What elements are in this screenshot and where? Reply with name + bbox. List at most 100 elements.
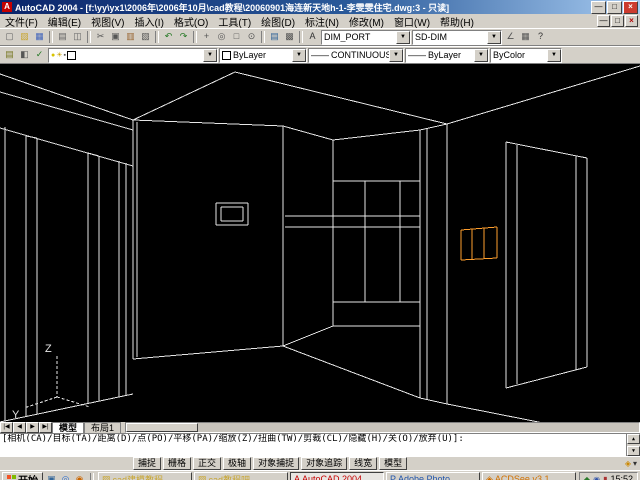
menu-window[interactable]: 窗口(W) [389,14,435,29]
object-properties-toolbar: ▤◧✓ ●☀▪ ▼ ByLayer ▼ —— CONTINUOUS ▼ —— B… [0,46,640,64]
dim-style-combo[interactable]: SD-DIM ▼ [412,30,502,45]
task-cad-tutorial-folder[interactable]: ▨ cad教程吧 [194,472,288,480]
new-file-icon[interactable]: ▢ [2,30,17,44]
table-style-icon[interactable]: ▦ [518,30,533,44]
layer-properties-icon[interactable]: ▤ [2,48,17,62]
model-toggle[interactable]: 模型 [379,457,407,470]
task-autocad[interactable]: A AutoCAD 2004 [290,472,384,480]
horizontal-scrollbar[interactable] [125,422,640,433]
chevron-down-icon[interactable]: ▼ [487,31,501,44]
menu-insert[interactable]: 插入(I) [129,14,168,29]
open-file-icon[interactable]: ▨ [17,30,32,44]
app-icon[interactable]: A [2,2,12,12]
toolbar-icon[interactable] [87,31,91,43]
dim-style-icon[interactable]: ∠ [503,30,518,44]
zoom-window-icon[interactable]: □ [229,30,244,44]
chevron-down-icon[interactable]: ▼ [396,31,410,44]
chevron-down-icon[interactable]: ▼ [547,49,561,62]
quicklaunch-desktop-icon[interactable]: ▣ [45,473,58,480]
menu-help[interactable]: 帮助(H) [435,14,479,29]
tab-first-button[interactable]: |◀ [0,422,13,433]
cut-icon[interactable]: ✂ [93,30,108,44]
zoom-previous-icon[interactable]: ⊙ [244,30,259,44]
properties-icon[interactable]: ▤ [267,30,282,44]
undo-icon[interactable]: ↶ [161,30,176,44]
color-combo[interactable]: ByLayer ▼ [219,48,307,63]
volume-icon[interactable]: ◉ [593,475,600,480]
chevron-down-icon[interactable]: ▼ [389,49,403,62]
task-cad-modeling-folder[interactable]: ▨ cad建模教程 [98,472,192,480]
redo-icon[interactable]: ↷ [176,30,191,44]
mdi-minimize-button[interactable]: — [597,15,610,27]
lineweight-combo[interactable]: —— ByLayer ▼ [405,48,489,63]
scroll-up-icon[interactable]: ▲ [627,434,640,444]
save-icon[interactable]: ▦ [32,30,47,44]
menu-file[interactable]: 文件(F) [0,14,43,29]
text-style-combo[interactable]: DIM_PORT ▼ [321,30,411,45]
polar-toggle[interactable]: 极轴 [223,457,251,470]
paste-icon[interactable]: ▥ [123,30,138,44]
menu-format[interactable]: 格式(O) [169,14,213,29]
plotstyle-combo[interactable]: ByColor ▼ [490,48,562,63]
ime-icon[interactable]: ◆ [584,475,590,480]
mdi-close-button[interactable]: × [625,15,638,27]
scroll-down-icon[interactable]: ▼ [627,446,640,456]
snap-toggle[interactable]: 捕捉 [133,457,161,470]
match-properties-icon[interactable]: ▧ [138,30,153,44]
menu-modify[interactable]: 修改(M) [344,14,389,29]
tab-prev-button[interactable]: ◀ [13,422,26,433]
pan-icon[interactable]: + [199,30,214,44]
command-window[interactable]: [相机(CA)/目标(TA)/距离(D)/点(PO)/平移(PA)/缩放(Z)/… [0,433,640,456]
lineweight-toggle[interactable]: 线宽 [349,457,377,470]
menu-view[interactable]: 视图(V) [86,14,129,29]
antivirus-icon[interactable]: ▮ [603,475,607,480]
osnap-toggle[interactable]: 对象捕捉 [253,457,299,470]
restore-button[interactable]: □ [607,1,622,14]
task-acdsee[interactable]: ◈ ACDSee v3.1... [482,472,576,480]
print-icon[interactable]: ▤ [55,30,70,44]
scrollbar-thumb[interactable] [126,423,198,432]
menu-tools[interactable]: 工具(T) [213,14,256,29]
toolbar-icon[interactable] [261,31,265,43]
close-button[interactable]: × [623,1,638,14]
linetype-combo[interactable]: —— CONTINUOUS ▼ [308,48,404,63]
quicklaunch-media-icon[interactable]: ◉ [73,473,86,480]
toolbar-icon[interactable] [49,31,53,43]
grid-toggle[interactable]: 栅格 [163,457,191,470]
tab-layout1[interactable]: 布局1 [84,422,121,434]
chevron-down-icon[interactable]: ▼ [203,49,217,62]
tab-next-button[interactable]: ▶ [26,422,39,433]
help-icon[interactable]: ? [533,30,548,44]
menu-draw[interactable]: 绘图(D) [256,14,300,29]
layer-states-icon[interactable]: ◧ [17,48,32,62]
start-button[interactable]: 开始 [2,472,43,480]
chevron-down-icon[interactable]: ▼ [474,49,488,62]
tab-last-button[interactable]: ▶| [39,422,52,433]
task-photoshop[interactable]: P Adobe Photo... [386,472,480,480]
chevron-down-icon[interactable]: ▼ [292,49,306,62]
text-style-icon[interactable]: A [305,30,320,44]
make-layer-current-icon[interactable]: ✓ [32,48,47,62]
copy-icon[interactable]: ▣ [108,30,123,44]
toolbar-icon[interactable] [299,31,303,43]
designcenter-icon[interactable]: ▩ [282,30,297,44]
layer-combo[interactable]: ●☀▪ ▼ [48,48,218,63]
clock[interactable]: 15:52 [610,474,633,480]
toolbar-icon[interactable] [155,31,159,43]
minimize-button[interactable]: — [591,1,606,14]
print-preview-icon[interactable]: ◫ [70,30,85,44]
toolbar-icon[interactable] [193,31,197,43]
menu-edit[interactable]: 编辑(E) [43,14,86,29]
drawing-area[interactable]: ZY [0,64,640,422]
zoom-realtime-icon[interactable]: ◎ [214,30,229,44]
ortho-toggle[interactable]: 正交 [193,457,221,470]
command-scrollbar[interactable]: ▲ ▼ [626,434,640,456]
tab-model[interactable]: 模型 [52,422,84,434]
status-menu-icon[interactable]: ▾ [633,459,637,468]
wireframe-viewport[interactable]: ZY [0,64,640,422]
menu-dimension[interactable]: 标注(N) [300,14,344,29]
communication-center-icon[interactable]: ◈ [625,459,631,468]
mdi-restore-button[interactable]: □ [611,15,624,27]
otrack-toggle[interactable]: 对象追踪 [301,457,347,470]
quicklaunch-ie-icon[interactable]: ◎ [59,473,72,480]
